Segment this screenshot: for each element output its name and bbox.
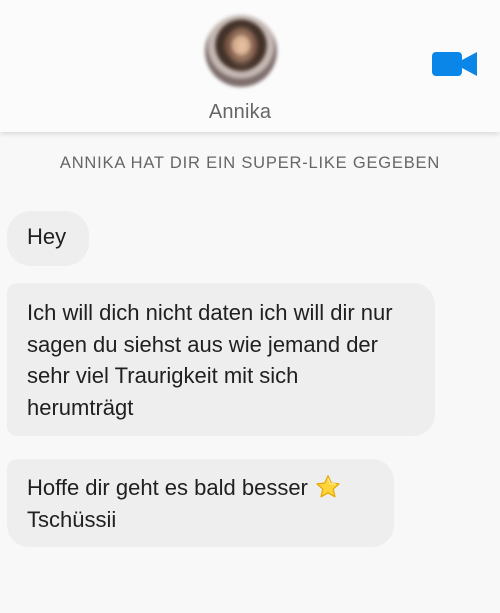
message-line: Ich will dich nicht daten ich will dir n… — [27, 300, 393, 325]
message-line: herumträgt — [27, 394, 134, 420]
message-text: Hoffe dir geht es bald besser — [27, 475, 308, 500]
contact-name[interactable]: Annika — [190, 101, 290, 124]
star-icon — [316, 475, 340, 498]
message-bubble[interactable]: Ich will dich nicht daten ich will dir n… — [7, 283, 435, 436]
message-bubble[interactable]: Hoffe dir geht es bald besser Tschüssii — [7, 459, 394, 547]
message-bubble[interactable]: Hey — [7, 211, 89, 266]
chat-header: Annika — [0, 0, 500, 132]
super-like-notice: ANNIKA HAT DIR EIN SUPER-LIKE GEGEBEN — [59, 154, 441, 172]
message-line: Tschüssii — [27, 506, 117, 532]
video-camera-icon[interactable] — [432, 50, 478, 78]
message-line: sehr viel Traurigkeit mit sich — [27, 363, 299, 388]
message-line: Hey — [27, 224, 67, 249]
message-line-with-emoji: Hoffe dir geht es bald besser — [27, 472, 374, 504]
message-line: sagen du siehst aus wie jemand der — [27, 331, 378, 357]
contact-avatar[interactable] — [205, 15, 277, 87]
chat-screen: Annika ANNIKA HAT DIR EIN SUPER-LIKE GEG… — [0, 0, 500, 613]
